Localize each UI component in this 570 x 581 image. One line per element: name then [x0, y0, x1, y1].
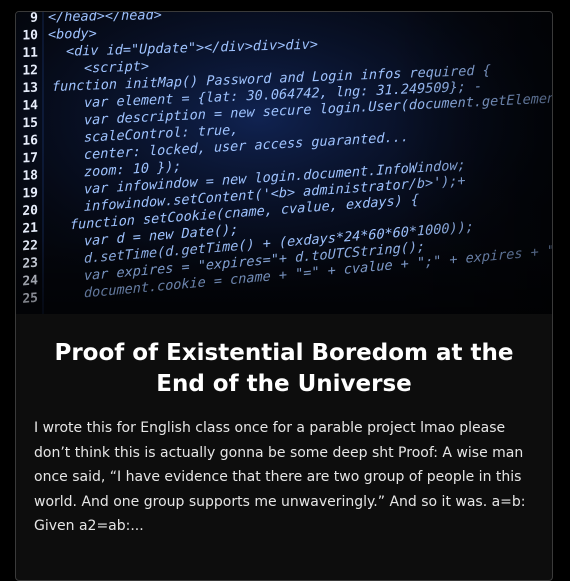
post-featured-image[interactable]: 9</head></head>10<body>11<div id="Update…: [16, 12, 552, 314]
post-title[interactable]: Proof of Existential Boredom at the End …: [34, 338, 534, 400]
post-card[interactable]: 9</head></head>10<body>11<div id="Update…: [15, 11, 553, 581]
post-excerpt: I wrote this for English class once for …: [34, 420, 526, 534]
post-card-body: Proof of Existential Boredom at the End …: [16, 314, 552, 539]
code-screenshot-image: 9</head></head>10<body>11<div id="Update…: [16, 12, 552, 314]
